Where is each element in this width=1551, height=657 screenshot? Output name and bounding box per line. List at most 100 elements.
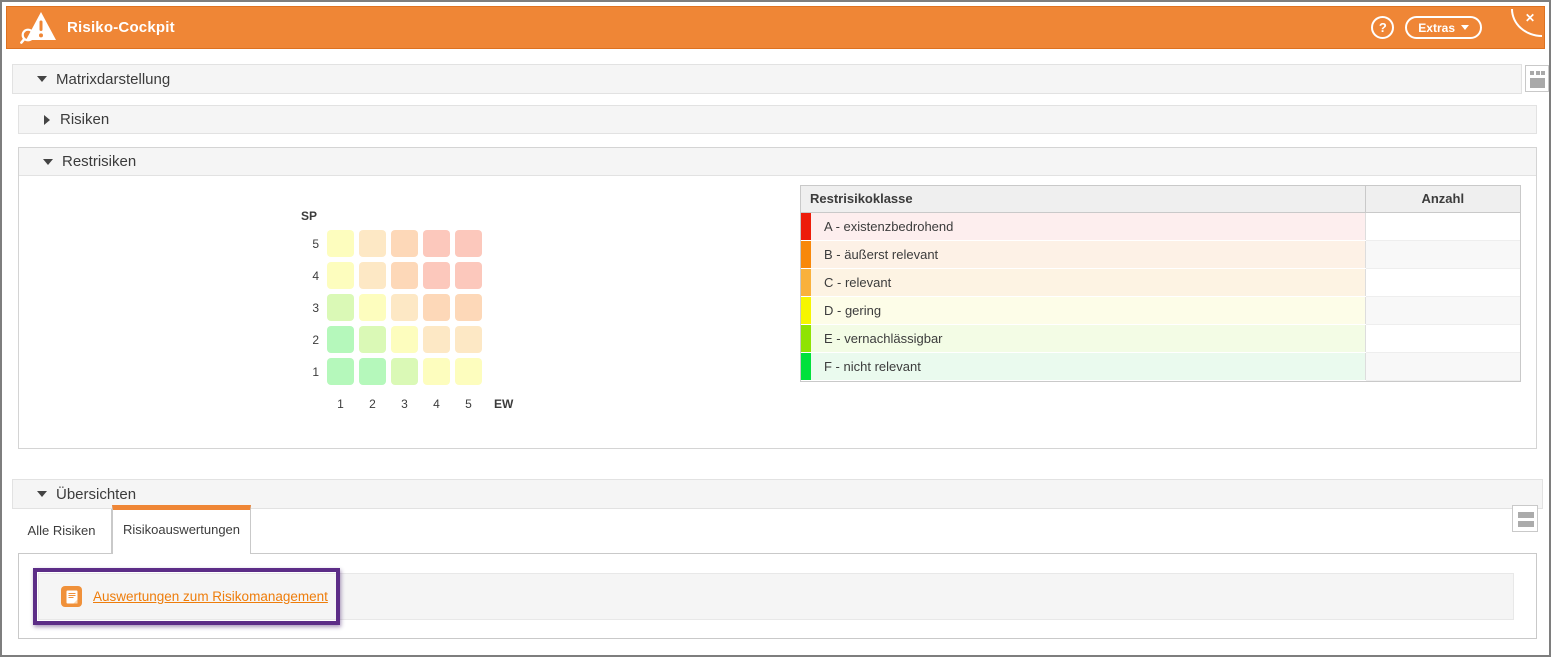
- section-restrisiken-label: Restrisiken: [62, 153, 137, 170]
- matrix-cell-sp2-ew5: [455, 326, 482, 353]
- matrix-cell-sp1-ew5: [455, 358, 482, 385]
- matrix-cell-sp5-ew3: [391, 230, 418, 257]
- matrix-y-axis-label: SP: [301, 209, 318, 223]
- matrix-cell-sp3-ew1: [327, 294, 354, 321]
- class-label: F - nicht relevant: [824, 358, 921, 374]
- anzahl-cell: [1364, 296, 1520, 325]
- matrix-col-label: 5: [465, 396, 472, 411]
- matrix-row-label: 5: [312, 236, 319, 251]
- rows-layout-icon: [1518, 521, 1534, 527]
- class-color-bar: [801, 268, 811, 296]
- restrisiken-content: SP 5 4 3 2 1 1 2 3 4 5 EW Restrisikoklasse Anzahl …: [19, 176, 1536, 449]
- matrix-cell-sp5-ew1: [327, 230, 354, 257]
- caret-right-icon: [44, 114, 50, 125]
- risk-warning-search-icon: [20, 11, 56, 44]
- section-matrixdarstellung[interactable]: Matrixdarstellung: [12, 64, 1522, 94]
- class-cell: C - relevant: [801, 268, 1365, 297]
- restrisiko-row: D - gering: [801, 296, 1520, 325]
- anzahl-cell: [1364, 268, 1520, 297]
- matrix-cell-sp1-ew4: [423, 358, 450, 385]
- report-document-icon: [61, 586, 82, 607]
- column-header-restrisikoklasse: Restrisikoklasse: [801, 186, 1365, 213]
- close-button[interactable]: ✕: [1511, 9, 1542, 37]
- tab-label: Alle Risiken: [27, 523, 96, 538]
- header-actions: ? Extras: [1371, 7, 1482, 48]
- section-matrixdarstellung-label: Matrixdarstellung: [56, 70, 171, 88]
- class-color-bar: [801, 352, 811, 380]
- grid-layout-icon: [1541, 71, 1545, 75]
- class-cell: A - existenzbedrohend: [801, 212, 1365, 241]
- layout-switch-button[interactable]: [1525, 65, 1549, 92]
- matrix-col-label: 2: [369, 396, 376, 411]
- anzahl-cell: [1364, 324, 1520, 353]
- class-cell: B - äußerst relevant: [801, 240, 1365, 269]
- matrix-cell-sp3-ew4: [423, 294, 450, 321]
- risk-matrix: 5 4 3 2 1 1 2 3 4 5 EW: [295, 230, 513, 422]
- auswertungen-risikomanagement-link[interactable]: Auswertungen zum Risikomanagement: [93, 589, 328, 604]
- matrix-cell-sp2-ew1: [327, 326, 354, 353]
- grid-layout-icon: [1530, 71, 1534, 75]
- matrix-cell-sp4-ew3: [391, 262, 418, 289]
- matrix-col-label: 3: [401, 396, 408, 411]
- section-restrisiken[interactable]: Restrisiken: [19, 148, 1536, 176]
- matrix-row-label: 1: [312, 364, 319, 379]
- restrisiko-table: Restrisikoklasse Anzahl A - existenzbedr…: [800, 185, 1521, 382]
- chevron-down-icon: [1461, 25, 1469, 30]
- anzahl-cell: [1364, 212, 1520, 241]
- section-risiken[interactable]: Risiken: [18, 105, 1537, 134]
- extras-menu-button[interactable]: Extras: [1405, 16, 1482, 39]
- help-button[interactable]: ?: [1371, 16, 1395, 39]
- column-header-anzahl: Anzahl: [1364, 186, 1520, 213]
- anzahl-cell: [1364, 352, 1520, 381]
- matrix-row-label: 2: [312, 332, 319, 347]
- matrix-col-label: 4: [433, 396, 440, 411]
- matrix-cell-sp5-ew2: [359, 230, 386, 257]
- caret-down-icon: [43, 158, 53, 165]
- matrix-x-axis-label: EW: [494, 396, 514, 411]
- class-color-bar: [801, 240, 811, 268]
- caret-down-icon: [37, 491, 47, 497]
- help-label: ?: [1378, 20, 1387, 35]
- list-view-button[interactable]: [1512, 505, 1538, 532]
- matrix-cell-sp4-ew2: [359, 262, 386, 289]
- class-label: D - gering: [824, 302, 882, 318]
- matrix-col-label: 1: [337, 396, 344, 411]
- matrix-row-label: 4: [312, 268, 319, 283]
- class-color-bar: [801, 212, 811, 240]
- matrix-cell-sp2-ew3: [391, 326, 418, 353]
- section-restrisiken-panel: Restrisiken SP 5 4 3 2 1 1 2 3 4 5 EW Restrisikokl…: [18, 147, 1537, 449]
- class-cell: E - vernachlässigbar: [801, 324, 1365, 353]
- restrisiko-row: C - relevant: [801, 268, 1520, 297]
- class-color-bar: [801, 296, 811, 324]
- extras-label: Extras: [1418, 20, 1455, 35]
- restrisiko-row: F - nicht relevant: [801, 352, 1520, 381]
- tab-label: Risikoauswertungen: [122, 522, 241, 537]
- tab-risikoauswertungen[interactable]: Risikoauswertungen: [112, 505, 251, 554]
- matrix-cell-sp2-ew2: [359, 326, 386, 353]
- matrix-cell-sp5-ew4: [423, 230, 450, 257]
- class-cell: F - nicht relevant: [801, 352, 1365, 381]
- matrix-cell-sp4-ew5: [455, 262, 482, 289]
- matrix-row-label: 3: [312, 300, 319, 315]
- tab-content-panel: Auswertungen zum Risikomanagement: [18, 553, 1537, 639]
- report-link-row: Auswertungen zum Risikomanagement: [38, 573, 1514, 620]
- tab-alle-risiken[interactable]: Alle Risiken: [12, 509, 112, 553]
- class-cell: D - gering: [801, 296, 1365, 325]
- matrix-cell-sp4-ew1: [327, 262, 354, 289]
- caret-down-icon: [37, 76, 47, 82]
- class-label: A - existenzbedrohend: [824, 218, 954, 234]
- section-uebersichten-label: Übersichten: [56, 485, 137, 503]
- class-label: E - vernachlässigbar: [824, 330, 943, 346]
- matrix-cell-sp1-ew2: [359, 358, 386, 385]
- restrisiko-row: A - existenzbedrohend: [801, 212, 1520, 241]
- restrisiko-row: E - vernachlässigbar: [801, 324, 1520, 353]
- matrix-cell-sp1-ew1: [327, 358, 354, 385]
- matrix-cell-sp3-ew2: [359, 294, 386, 321]
- grid-layout-icon: [1530, 78, 1545, 88]
- page-title: Risiko-Cockpit: [67, 19, 175, 36]
- anzahl-cell: [1364, 240, 1520, 269]
- grid-layout-icon: [1535, 71, 1540, 75]
- matrix-cell-sp3-ew3: [391, 294, 418, 321]
- restrisiko-row: B - äußerst relevant: [801, 240, 1520, 269]
- matrix-cell-sp4-ew4: [423, 262, 450, 289]
